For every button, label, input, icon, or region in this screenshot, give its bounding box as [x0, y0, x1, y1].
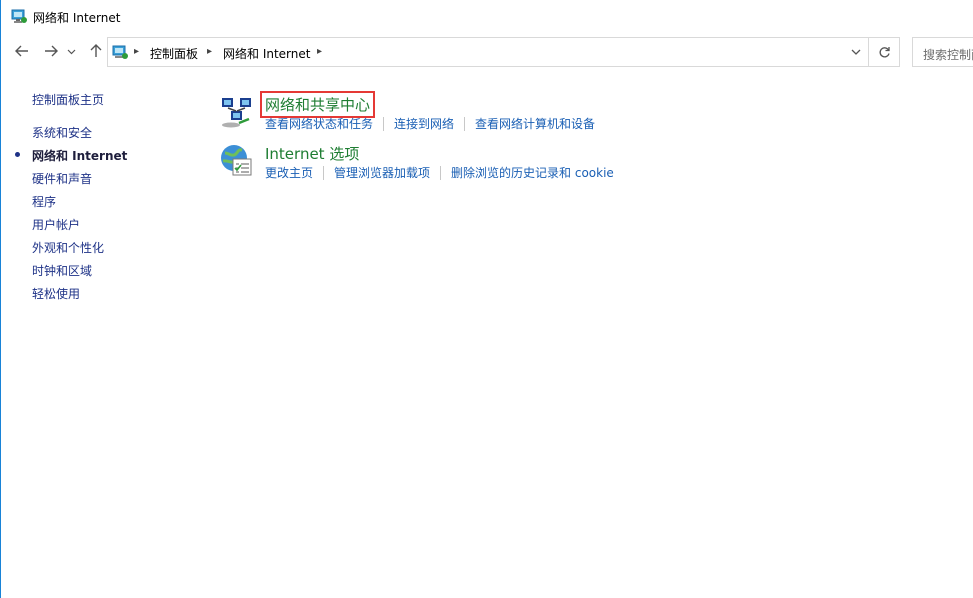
- sidebar-item-clock-region[interactable]: 时钟和区域: [32, 262, 92, 279]
- search-placeholder: 搜索控制面: [923, 48, 973, 62]
- window-title: 网络和 Internet: [33, 11, 121, 25]
- sidebar-item-programs[interactable]: 程序: [32, 193, 56, 210]
- internet-options-link[interactable]: Internet 选项: [265, 143, 359, 164]
- network-sharing-center-tasks: 查看网络状态和任务 连接到网络 查看网络计算机和设备: [265, 115, 595, 132]
- link-divider: [323, 165, 325, 180]
- address-bar[interactable]: ▸ 控制面板 ▸ 网络和 Internet ▸: [107, 37, 869, 67]
- breadcrumb-control-panel[interactable]: 控制面板: [150, 45, 198, 62]
- sidebar-item-ease-of-access[interactable]: 轻松使用: [32, 285, 80, 302]
- sidebar-item-hardware-sound[interactable]: 硬件和声音: [32, 170, 92, 187]
- breadcrumb-network-internet[interactable]: 网络和 Internet: [223, 45, 310, 62]
- view-network-computers-link[interactable]: 查看网络计算机和设备: [475, 115, 595, 132]
- current-item-bullet-icon: [15, 152, 20, 157]
- control-panel-icon: [11, 9, 27, 23]
- back-button[interactable]: [12, 41, 32, 61]
- forward-button[interactable]: [41, 41, 61, 61]
- sidebar-item-home[interactable]: 控制面板主页: [32, 91, 104, 108]
- up-button[interactable]: [86, 41, 106, 61]
- internet-options-tasks: 更改主页 管理浏览器加载项 删除浏览的历史记录和 cookie: [265, 164, 614, 181]
- link-divider: [383, 116, 385, 131]
- network-sharing-icon: [222, 98, 251, 128]
- arrow-up-icon: [90, 44, 102, 57]
- internet-options-icon: [221, 145, 252, 176]
- navigation-bar: ▸ 控制面板 ▸ 网络和 Internet ▸ 搜索控制面: [1, 36, 973, 68]
- manage-addons-link[interactable]: 管理浏览器加载项: [334, 164, 430, 181]
- arrow-right-icon: [45, 45, 58, 57]
- arrow-left-icon: [15, 45, 28, 57]
- sidebar-item-appearance[interactable]: 外观和个性化: [32, 239, 104, 256]
- breadcrumb-separator-icon: ▸: [134, 46, 140, 57]
- link-divider: [440, 165, 442, 180]
- sidebar-item-system-security[interactable]: 系统和安全: [32, 124, 92, 141]
- sidebar-item-network-internet[interactable]: 网络和 Internet: [32, 147, 127, 164]
- control-panel-window: 网络和 Internet ▸ 控制面板 ▸ 网络和 Internet ▸ 搜索控…: [0, 0, 973, 598]
- refresh-icon: [879, 46, 890, 57]
- address-dropdown-icon[interactable]: [850, 46, 862, 58]
- sidebar-item-user-accounts[interactable]: 用户帐户: [32, 216, 80, 233]
- network-sharing-center-link[interactable]: 网络和共享中心: [259, 91, 376, 118]
- control-panel-location-icon: [112, 45, 128, 59]
- search-input[interactable]: 搜索控制面: [912, 37, 973, 67]
- connect-to-network-link[interactable]: 连接到网络: [394, 115, 454, 132]
- breadcrumb-separator-icon[interactable]: ▸: [317, 46, 322, 57]
- change-homepage-link[interactable]: 更改主页: [265, 164, 313, 181]
- title-bar: 网络和 Internet: [1, 0, 973, 33]
- chevron-down-icon: [67, 49, 75, 54]
- refresh-button[interactable]: [869, 37, 900, 67]
- recent-locations-button[interactable]: [65, 41, 77, 61]
- link-divider: [464, 116, 466, 131]
- view-network-status-link[interactable]: 查看网络状态和任务: [265, 115, 373, 132]
- delete-browsing-history-link[interactable]: 删除浏览的历史记录和 cookie: [451, 164, 614, 181]
- breadcrumb-separator-icon[interactable]: ▸: [207, 46, 212, 57]
